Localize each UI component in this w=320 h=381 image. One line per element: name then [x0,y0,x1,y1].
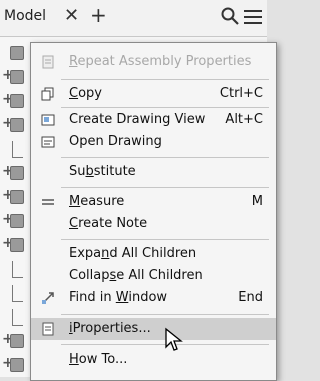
browser-tab-title[interactable]: Model [4,8,46,24]
menu-separator [61,239,269,240]
browser-tab-bar: Model ✕ + [0,0,267,37]
menu-item-label: Open Drawing [69,134,162,149]
menu-item-create-note[interactable]: Create Note [31,213,276,235]
tree-node[interactable] [0,305,30,327]
menu-item-label: Find in Window [69,290,168,305]
menu-item-label: Measure [69,194,125,209]
menu-item-label: Create Drawing View [69,112,206,127]
tree-node[interactable]: + [0,209,30,231]
menu-item-shortcut: M [251,194,263,209]
menu-item-iproperties[interactable]: iProperties... [31,318,276,340]
menu-item-collapse-all-children[interactable]: Collapse All Children [31,265,276,287]
menu-item-label: Copy [69,86,102,101]
menu-item-open-drawing[interactable]: Open Drawing [31,131,276,153]
menu-item-shortcut: End [238,290,263,305]
menu-item-copy[interactable]: Copy Ctrl+C [31,83,276,105]
part-icon [10,358,24,372]
search-icon[interactable] [220,6,240,30]
tree-node[interactable] [0,41,30,63]
menu-item-substitute[interactable]: Substitute [31,161,276,183]
menu-item-label: iProperties... [69,321,151,336]
menu-item-shortcut: Ctrl+C [219,86,263,101]
menu-item-label: Repeat Assembly Properties [69,54,252,69]
tree-node[interactable]: + [0,329,30,351]
menu-item-label: Substitute [69,164,136,179]
menu-item-find-in-window[interactable]: Find in Window End [31,287,276,309]
menu-item-label: Collapse All Children [69,268,203,283]
context-menu: Repeat Assembly Properties Copy Ctrl+C C… [30,42,277,381]
tree-node[interactable]: + [0,161,30,183]
tree-node[interactable]: + [0,185,30,207]
open-drawing-icon [41,135,55,149]
tree-node[interactable] [0,257,30,279]
menu-item-shortcut: Alt+C [225,112,263,127]
part-icon [10,118,24,132]
iproperties-icon [41,322,55,336]
tree-node[interactable]: + [0,353,30,375]
find-in-window-icon [41,291,55,305]
menu-item-repeat-assembly-properties[interactable]: Repeat Assembly Properties [31,51,276,73]
part-icon [10,94,24,108]
menu-separator [61,187,269,188]
tree-branch-icon [12,141,23,158]
part-icon [10,334,24,348]
tree-node[interactable] [0,281,30,303]
menu-separator [61,79,269,80]
menu-separator [61,314,269,315]
measure-icon [41,195,55,209]
tree-node[interactable]: + [0,113,30,135]
menu-item-expand-all-children[interactable]: Expand All Children [31,243,276,265]
close-icon[interactable]: ✕ [64,5,79,26]
hamburger-icon[interactable] [243,9,263,29]
tree-branch-icon [12,261,23,278]
menu-item-label: How To... [69,352,128,367]
menu-item-how-to[interactable]: How To... [31,349,276,371]
menu-item-measure[interactable]: Measure M [31,191,276,213]
menu-item-label: Expand All Children [69,246,197,261]
menu-separator [61,157,269,158]
part-icon [10,46,24,60]
drawing-view-icon [41,113,55,127]
part-icon [10,238,24,252]
part-icon [10,70,24,84]
tree-node[interactable] [0,137,30,159]
tree-node[interactable]: + [0,65,30,87]
copy-icon [41,87,55,101]
menu-item-label: Create Note [69,216,148,231]
properties-icon [41,55,55,69]
part-icon [10,166,24,180]
tree-node[interactable]: + [0,233,30,255]
menu-separator [61,107,269,108]
part-icon [10,190,24,204]
tree-branch-icon [12,285,23,302]
add-icon[interactable]: + [90,3,107,27]
menu-item-create-drawing-view[interactable]: Create Drawing View Alt+C [31,109,276,131]
tree-branch-icon [12,309,23,326]
mouse-cursor-icon [164,327,184,357]
part-icon [10,214,24,228]
tree-node[interactable]: + [0,89,30,111]
